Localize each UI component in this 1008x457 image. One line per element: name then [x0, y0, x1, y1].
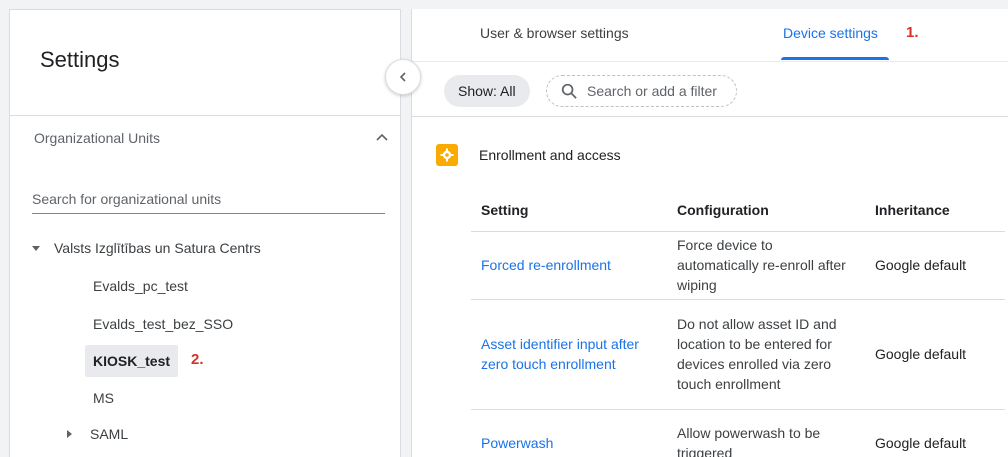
table-row[interactable]: Forced re-enrollment Force device to aut…: [471, 230, 1005, 299]
inheritance-cell: Google default: [865, 230, 1005, 299]
settings-tabs: User & browser settings Device settings …: [412, 9, 1008, 61]
org-units-panel: Settings Organizational Units Search for…: [9, 9, 401, 457]
table-header-row: Setting Configuration Inheritance: [471, 189, 1005, 231]
inheritance-cell: Google default: [865, 408, 1005, 457]
tree-item-saml[interactable]: SAML: [67, 426, 128, 442]
org-units-label: Organizational Units: [34, 130, 161, 146]
active-tab-indicator: [781, 57, 889, 60]
tab-device-settings[interactable]: Device settings: [783, 25, 878, 41]
org-units-search-input[interactable]: Search for organizational units: [32, 188, 385, 214]
expand-down-icon[interactable]: [32, 245, 40, 251]
setting-link[interactable]: Powerwash: [471, 408, 667, 457]
tree-root-label: Valsts Izglītības un Satura Centrs: [54, 240, 261, 256]
annotation-marker-2: 2.: [191, 351, 204, 368]
filter-search-placeholder: Search or add a filter: [587, 83, 717, 99]
tree-item-saml-label: SAML: [90, 426, 129, 442]
filter-bar: Show: All Search or add a filter: [412, 61, 1008, 117]
configuration-cell: Allow powerwash to be triggered: [667, 408, 865, 457]
configuration-cell: Do not allow asset ID and location to be…: [667, 298, 865, 409]
chevron-left-icon: [399, 72, 406, 82]
collapse-panel-button[interactable]: [385, 59, 421, 95]
setting-link[interactable]: Forced re-enrollment: [471, 230, 667, 299]
section-title: Enrollment and access: [479, 147, 621, 163]
tree-item-kiosk-test[interactable]: KIOSK_test: [85, 345, 179, 377]
gear-icon: [436, 144, 458, 166]
filter-search-input[interactable]: Search or add a filter: [546, 75, 737, 107]
chevron-up-icon[interactable]: [374, 130, 390, 146]
page-title: Settings: [40, 47, 120, 72]
inheritance-cell: Google default: [865, 298, 1005, 409]
setting-link[interactable]: Asset identifier input after zero touch …: [471, 298, 667, 409]
column-header-inheritance: Inheritance: [875, 201, 950, 218]
org-units-header[interactable]: Organizational Units: [34, 130, 390, 150]
settings-header: Settings: [10, 10, 400, 116]
show-all-chip[interactable]: Show: All: [444, 75, 530, 107]
configuration-cell: Force device to automatically re-enroll …: [667, 230, 865, 299]
table-row[interactable]: Asset identifier input after zero touch …: [471, 298, 1005, 409]
settings-table: Setting Configuration Inheritance Forced…: [471, 189, 1005, 457]
annotation-marker-1: 1.: [906, 24, 919, 41]
expand-right-icon[interactable]: [67, 430, 72, 439]
column-header-configuration: Configuration: [677, 201, 769, 218]
tree-root-item[interactable]: Valsts Izglītības un Satura Centrs: [32, 240, 261, 262]
column-header-setting: Setting: [481, 201, 529, 218]
tree-item-evalds-pc-test[interactable]: Evalds_pc_test: [85, 270, 196, 302]
settings-content: User & browser settings Device settings …: [411, 9, 1008, 457]
table-row[interactable]: Powerwash Allow powerwash to be triggere…: [471, 408, 1005, 457]
search-icon: [561, 83, 577, 99]
tab-user-browser-settings[interactable]: User & browser settings: [480, 25, 629, 41]
tree-item-ms[interactable]: MS: [85, 382, 122, 414]
tree-item-evalds-test-bez-sso[interactable]: Evalds_test_bez_SSO: [85, 308, 241, 340]
